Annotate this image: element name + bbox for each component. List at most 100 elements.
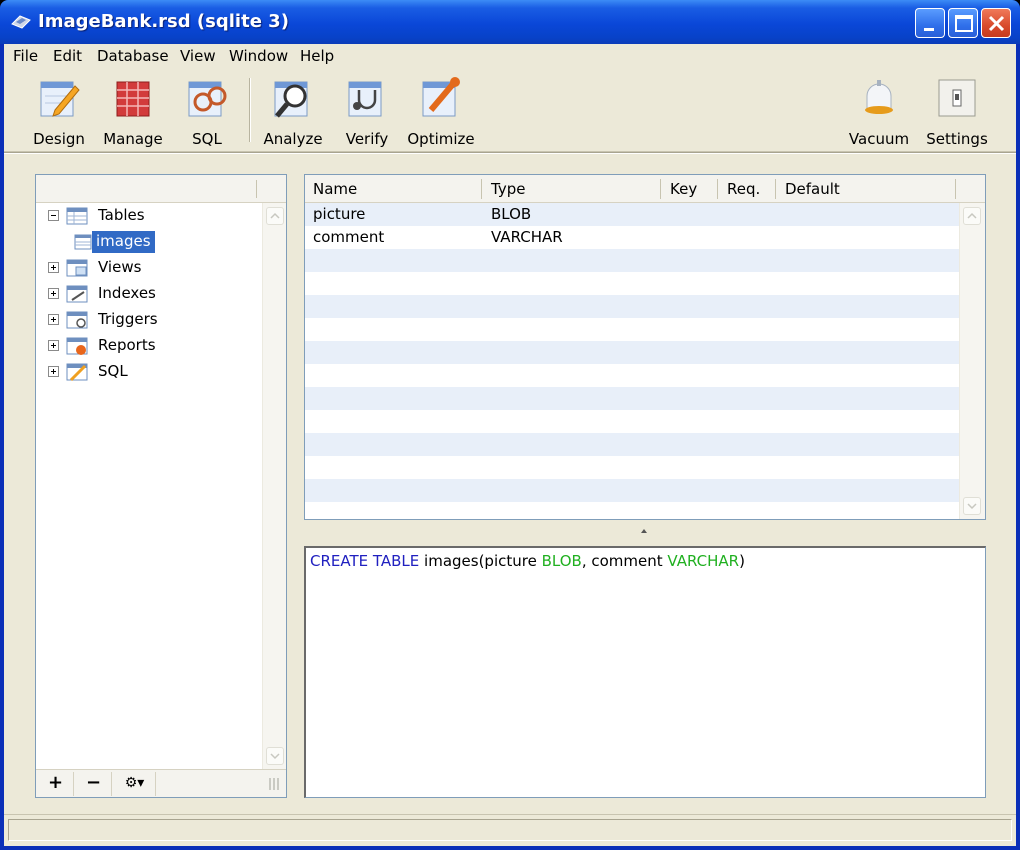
vacuum-label: Vacuum	[848, 130, 910, 148]
verify-label: Verify	[345, 130, 389, 148]
menu-file[interactable]: File	[13, 47, 38, 65]
column-header-key[interactable]: Key	[670, 180, 697, 198]
menu-bar: File Edit Database View Window Help	[4, 44, 1016, 68]
table-row-empty	[305, 318, 959, 341]
table-icon	[74, 234, 92, 250]
collapse-toggle[interactable]	[48, 210, 59, 221]
title-bar[interactable]: ImageBank.rsd (sqlite 3)	[0, 0, 1020, 44]
scroll-up-button[interactable]	[963, 207, 981, 225]
table-row[interactable]: comment VARCHAR	[305, 226, 959, 249]
expand-toggle[interactable]	[48, 314, 59, 325]
vacuum-button[interactable]: Vacuum	[840, 76, 918, 152]
menu-window[interactable]: Window	[229, 47, 288, 65]
tree-node-label: Views	[98, 258, 142, 276]
tree-node-label: Reports	[98, 336, 156, 354]
menu-edit[interactable]: Edit	[53, 47, 82, 65]
cell-type[interactable]: BLOB	[491, 205, 531, 223]
sql-label: SQL	[192, 130, 222, 148]
minimize-button[interactable]	[915, 8, 945, 38]
tree-footer: + − ⚙▾	[36, 769, 286, 797]
sql-keyword: CREATE TABLE	[310, 552, 420, 570]
toolbar-divider	[4, 152, 1016, 154]
object-tree: Tables images Views Indexes Triggers Rep…	[36, 203, 262, 769]
sql-button[interactable]: SQL	[168, 76, 246, 152]
scroll-up-button[interactable]	[266, 207, 284, 225]
tree-node-label-selected: images	[92, 231, 155, 253]
triggers-icon	[66, 311, 88, 329]
tree-header	[36, 175, 286, 203]
tree-node-reports[interactable]: Reports	[36, 335, 262, 357]
fields-table: Name Type Key Req. Default picture BLOB …	[304, 174, 986, 520]
tree-header-separator	[256, 180, 257, 198]
tree-node-indexes[interactable]: Indexes	[36, 283, 262, 305]
settings-button[interactable]: Settings	[918, 76, 996, 152]
settings-icon	[938, 79, 976, 117]
chevron-up-icon	[967, 212, 977, 219]
minimize-icon	[924, 28, 934, 31]
tree-node-views[interactable]: Views	[36, 257, 262, 279]
column-separator[interactable]	[717, 179, 718, 199]
maximize-button[interactable]	[948, 8, 978, 38]
column-separator[interactable]	[660, 179, 661, 199]
fields-table-body: picture BLOB comment VARCHAR	[305, 203, 959, 507]
table-row-empty	[305, 249, 959, 272]
maximize-icon	[955, 15, 973, 32]
column-header-type[interactable]: Type	[491, 180, 525, 198]
tree-node-triggers[interactable]: Triggers	[36, 309, 262, 331]
expand-toggle[interactable]	[48, 340, 59, 351]
column-header-name[interactable]: Name	[313, 180, 357, 198]
tree-node-images[interactable]: images	[36, 231, 262, 253]
table-row[interactable]: picture BLOB	[305, 203, 959, 226]
cell-type[interactable]: VARCHAR	[491, 228, 563, 246]
cell-name[interactable]: picture	[313, 205, 365, 223]
actions-menu-button[interactable]: ⚙▾	[114, 772, 156, 796]
menu-help[interactable]: Help	[300, 47, 334, 65]
scroll-down-button[interactable]	[266, 747, 284, 765]
tree-scrollbar[interactable]	[262, 203, 286, 769]
column-separator[interactable]	[955, 179, 956, 199]
manage-button[interactable]: Manage	[94, 76, 172, 152]
table-row-empty	[305, 341, 959, 364]
sql-icon	[188, 81, 227, 117]
chevron-down-icon	[270, 753, 280, 760]
sql-statement[interactable]: CREATE TABLE images(picture BLOB, commen…	[310, 552, 745, 570]
menu-database[interactable]: Database	[97, 47, 169, 65]
vacuum-icon	[865, 80, 893, 114]
table-row-empty	[305, 410, 959, 433]
resize-grip-icon[interactable]	[268, 777, 280, 791]
fields-scrollbar[interactable]	[959, 203, 985, 519]
tree-node-tables[interactable]: Tables	[36, 205, 262, 227]
fields-table-header: Name Type Key Req. Default	[305, 175, 985, 203]
analyze-label: Analyze	[263, 130, 323, 148]
verify-button[interactable]: Verify	[328, 76, 406, 152]
close-button[interactable]	[981, 8, 1011, 38]
remove-button[interactable]: −	[76, 772, 112, 796]
menu-view[interactable]: View	[180, 47, 216, 65]
tree-node-label: Tables	[98, 206, 145, 224]
splitter-handle[interactable]	[641, 528, 647, 534]
cell-name[interactable]: comment	[313, 228, 384, 246]
status-bar	[4, 814, 1016, 846]
sql-editor[interactable]: CREATE TABLE images(picture BLOB, commen…	[304, 546, 986, 798]
sql-type: BLOB	[541, 552, 582, 570]
close-icon	[988, 15, 1005, 32]
scroll-down-button[interactable]	[963, 497, 981, 515]
status-panel	[8, 819, 1012, 841]
table-row-empty	[305, 479, 959, 502]
column-separator[interactable]	[775, 179, 776, 199]
column-header-default[interactable]: Default	[785, 180, 840, 198]
client-area: File Edit Database View Window Help Desi…	[4, 44, 1016, 846]
tree-node-sql[interactable]: SQL	[36, 361, 262, 383]
analyze-button[interactable]: Analyze	[254, 76, 332, 152]
expand-toggle[interactable]	[48, 288, 59, 299]
expand-toggle[interactable]	[48, 366, 59, 377]
column-header-req[interactable]: Req.	[727, 180, 760, 198]
indexes-icon	[66, 285, 88, 303]
design-icon	[40, 81, 80, 117]
optimize-button[interactable]: Optimize	[402, 76, 480, 152]
add-button[interactable]: +	[38, 772, 74, 796]
expand-toggle[interactable]	[48, 262, 59, 273]
design-button[interactable]: Design	[20, 76, 98, 152]
toolbar-separator	[249, 78, 251, 142]
column-separator[interactable]	[481, 179, 482, 199]
